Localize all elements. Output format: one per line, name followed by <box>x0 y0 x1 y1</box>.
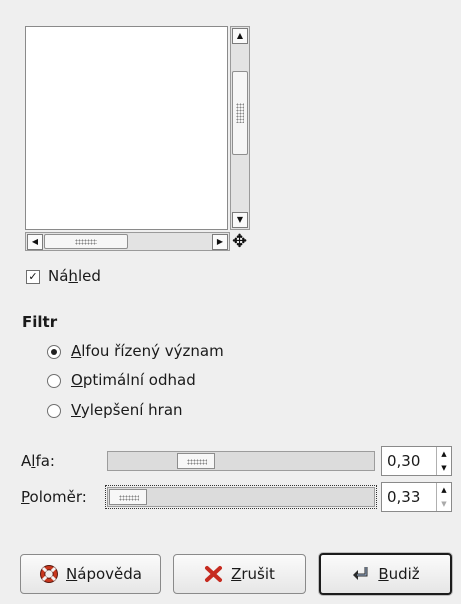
cross-icon <box>204 564 224 584</box>
alpha-increment-button[interactable]: ▲ <box>437 447 451 461</box>
preview-vertical-scrollbar[interactable]: ▲ ▼ <box>230 26 250 230</box>
scroll-down-arrow[interactable]: ▼ <box>232 212 248 228</box>
label-text: led <box>77 267 101 285</box>
alpha-spin-buttons: ▲ ▼ <box>436 447 451 475</box>
filter-heading: Filtr <box>22 313 58 331</box>
horizontal-scroll-thumb[interactable] <box>44 234 128 249</box>
scroll-right-arrow[interactable]: ▶ <box>212 234 228 250</box>
alpha-label: Alfa: <box>21 452 55 470</box>
help-button-label: Nápověda <box>66 565 142 583</box>
return-arrow-icon <box>351 564 371 584</box>
alpha-slider-thumb[interactable] <box>177 453 215 469</box>
radio-label-optimal-estimate[interactable]: Optimální odhad <box>71 371 196 389</box>
label-mnemonic: P <box>21 488 30 506</box>
radius-increment-button[interactable]: ▲ <box>437 483 451 497</box>
cancel-button-label: Zrušit <box>231 565 275 583</box>
help-button[interactable]: Nápověda <box>20 554 161 594</box>
preview-checkbox[interactable]: ✓ <box>26 270 40 284</box>
alpha-decrement-button[interactable]: ▼ <box>437 461 451 475</box>
radius-value[interactable]: 0,33 <box>387 488 420 506</box>
label-text: ápověda <box>77 565 142 583</box>
vertical-scroll-thumb[interactable] <box>232 71 248 155</box>
radius-slider-thumb[interactable] <box>109 489 147 505</box>
alpha-slider[interactable] <box>107 451 375 471</box>
label-text: A <box>21 452 32 470</box>
label-text: udiž <box>388 565 420 583</box>
radio-label-edge-enhance[interactable]: Vylepšení hran <box>71 401 183 419</box>
radio-alpha-weighted[interactable] <box>47 345 61 359</box>
scroll-left-arrow[interactable]: ◀ <box>27 234 43 250</box>
radius-label: Poloměr: <box>21 488 87 506</box>
preview-horizontal-scrollbar[interactable]: ◀ ▶ <box>25 232 230 251</box>
label-text: lfou řízený význam <box>81 342 224 360</box>
grip-icon <box>75 239 97 245</box>
scroll-up-arrow[interactable]: ▲ <box>232 28 248 44</box>
radius-spin-buttons: ▲ ▼ <box>436 483 451 511</box>
radius-decrement-button[interactable]: ▼ <box>437 497 451 511</box>
radius-spinbutton[interactable]: 0,33 ▲ ▼ <box>381 482 452 512</box>
alpha-spinbutton[interactable]: 0,30 ▲ ▼ <box>381 446 452 476</box>
label-mnemonic: A <box>71 342 82 360</box>
lifebuoy-icon <box>39 564 59 584</box>
label-text: ptimální odhad <box>82 371 196 389</box>
label-text: Ná <box>48 267 69 285</box>
label-text: ylepšení hran <box>80 401 183 419</box>
label-mnemonic: V <box>71 401 81 419</box>
radius-slider[interactable] <box>107 487 375 507</box>
alpha-value[interactable]: 0,30 <box>387 452 420 470</box>
ok-button[interactable]: Budiž <box>319 553 452 595</box>
label-text: fa: <box>35 452 55 470</box>
grip-icon <box>187 459 207 465</box>
ok-button-label: Budiž <box>378 565 419 583</box>
grip-icon <box>236 103 244 123</box>
radio-selected-dot <box>51 349 57 355</box>
label-mnemonic: B <box>378 565 389 583</box>
preview-canvas[interactable] <box>25 26 228 230</box>
label-text: oloměr: <box>29 488 87 506</box>
label-mnemonic: h <box>68 267 78 285</box>
grip-icon <box>119 495 139 501</box>
preview-checkbox-label[interactable]: Náhled <box>48 267 101 285</box>
radio-edge-enhance[interactable] <box>47 404 61 418</box>
label-mnemonic: Z <box>231 565 242 583</box>
navigate-move-icon[interactable]: ✥ <box>230 232 249 251</box>
label-text: rušit <box>241 565 275 583</box>
radio-optimal-estimate[interactable] <box>47 374 61 388</box>
cancel-button[interactable]: Zrušit <box>173 554 306 594</box>
label-mnemonic: N <box>66 565 78 583</box>
radio-label-alpha-weighted[interactable]: Alfou řízený význam <box>71 342 224 360</box>
label-mnemonic: O <box>71 371 83 389</box>
